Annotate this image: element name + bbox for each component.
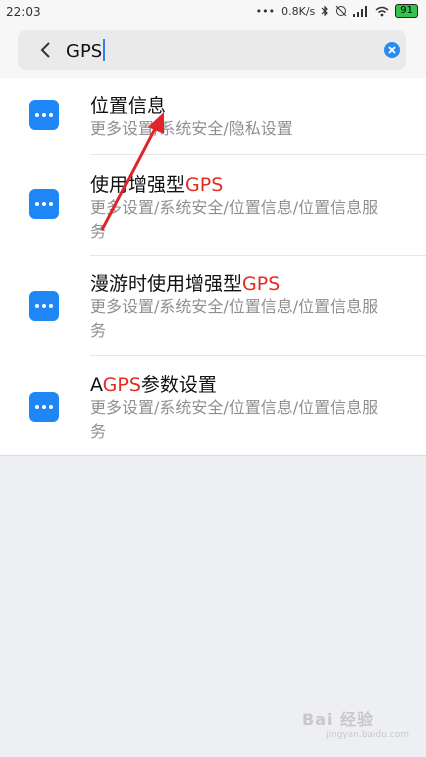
result-title: 位置信息 bbox=[90, 95, 167, 117]
search-bar: GPS bbox=[18, 30, 406, 70]
chevron-left-icon[interactable] bbox=[38, 41, 54, 59]
list-item[interactable]: 漫游时使用增强型GPS 更多设置/系统安全/位置信息/位置信息服务 bbox=[0, 256, 426, 356]
status-bar: 22:03 ••• 0.8K/s 91 bbox=[0, 0, 426, 24]
result-title: AGPS参数设置 bbox=[90, 374, 217, 396]
result-path: 更多设置/系统安全/位置信息/位置信息服务 bbox=[90, 198, 379, 241]
list-item[interactable]: AGPS参数设置 更多设置/系统安全/位置信息/位置信息服务 bbox=[0, 356, 426, 456]
result-path: 更多设置/系统安全/位置信息/位置信息服务 bbox=[90, 297, 379, 340]
results-list: 位置信息 更多设置/系统安全/隐私设置 使用增强型GPS 更多设置/系统安全/位… bbox=[0, 78, 426, 456]
search-query: GPS bbox=[66, 41, 103, 62]
more-icon bbox=[29, 291, 59, 321]
signal-icon bbox=[353, 5, 368, 17]
wifi-icon bbox=[375, 6, 389, 16]
list-item[interactable]: 位置信息 更多设置/系统安全/隐私设置 bbox=[0, 78, 426, 154]
result-path: 更多设置/系统安全/位置信息/位置信息服务 bbox=[90, 398, 379, 441]
result-title: 漫游时使用增强型GPS bbox=[90, 273, 281, 295]
text-caret bbox=[103, 39, 106, 61]
more-icon bbox=[29, 189, 59, 219]
bluetooth-icon bbox=[321, 5, 329, 17]
battery-icon: 91 bbox=[395, 4, 418, 18]
more-icon bbox=[29, 100, 59, 130]
notification-dots: ••• bbox=[255, 4, 276, 18]
status-icons: ••• 0.8K/s 91 bbox=[256, 4, 418, 18]
watermark: Bai 经验 bbox=[302, 710, 375, 729]
network-speed: 0.8K/s bbox=[281, 4, 316, 18]
watermark-url: jingyan.baidu.com bbox=[326, 730, 410, 740]
list-item[interactable]: 使用增强型GPS 更多设置/系统安全/位置信息/位置信息服务 bbox=[0, 155, 426, 256]
result-path: 更多设置/系统安全/隐私设置 bbox=[90, 119, 293, 138]
status-time: 22:03 bbox=[6, 5, 41, 19]
alarm-off-icon bbox=[335, 5, 347, 17]
result-title: 使用增强型GPS bbox=[90, 174, 224, 196]
search-input[interactable]: GPS bbox=[66, 39, 106, 62]
clear-icon[interactable] bbox=[384, 42, 400, 58]
search-header: GPS bbox=[0, 24, 426, 78]
more-icon bbox=[29, 392, 59, 422]
